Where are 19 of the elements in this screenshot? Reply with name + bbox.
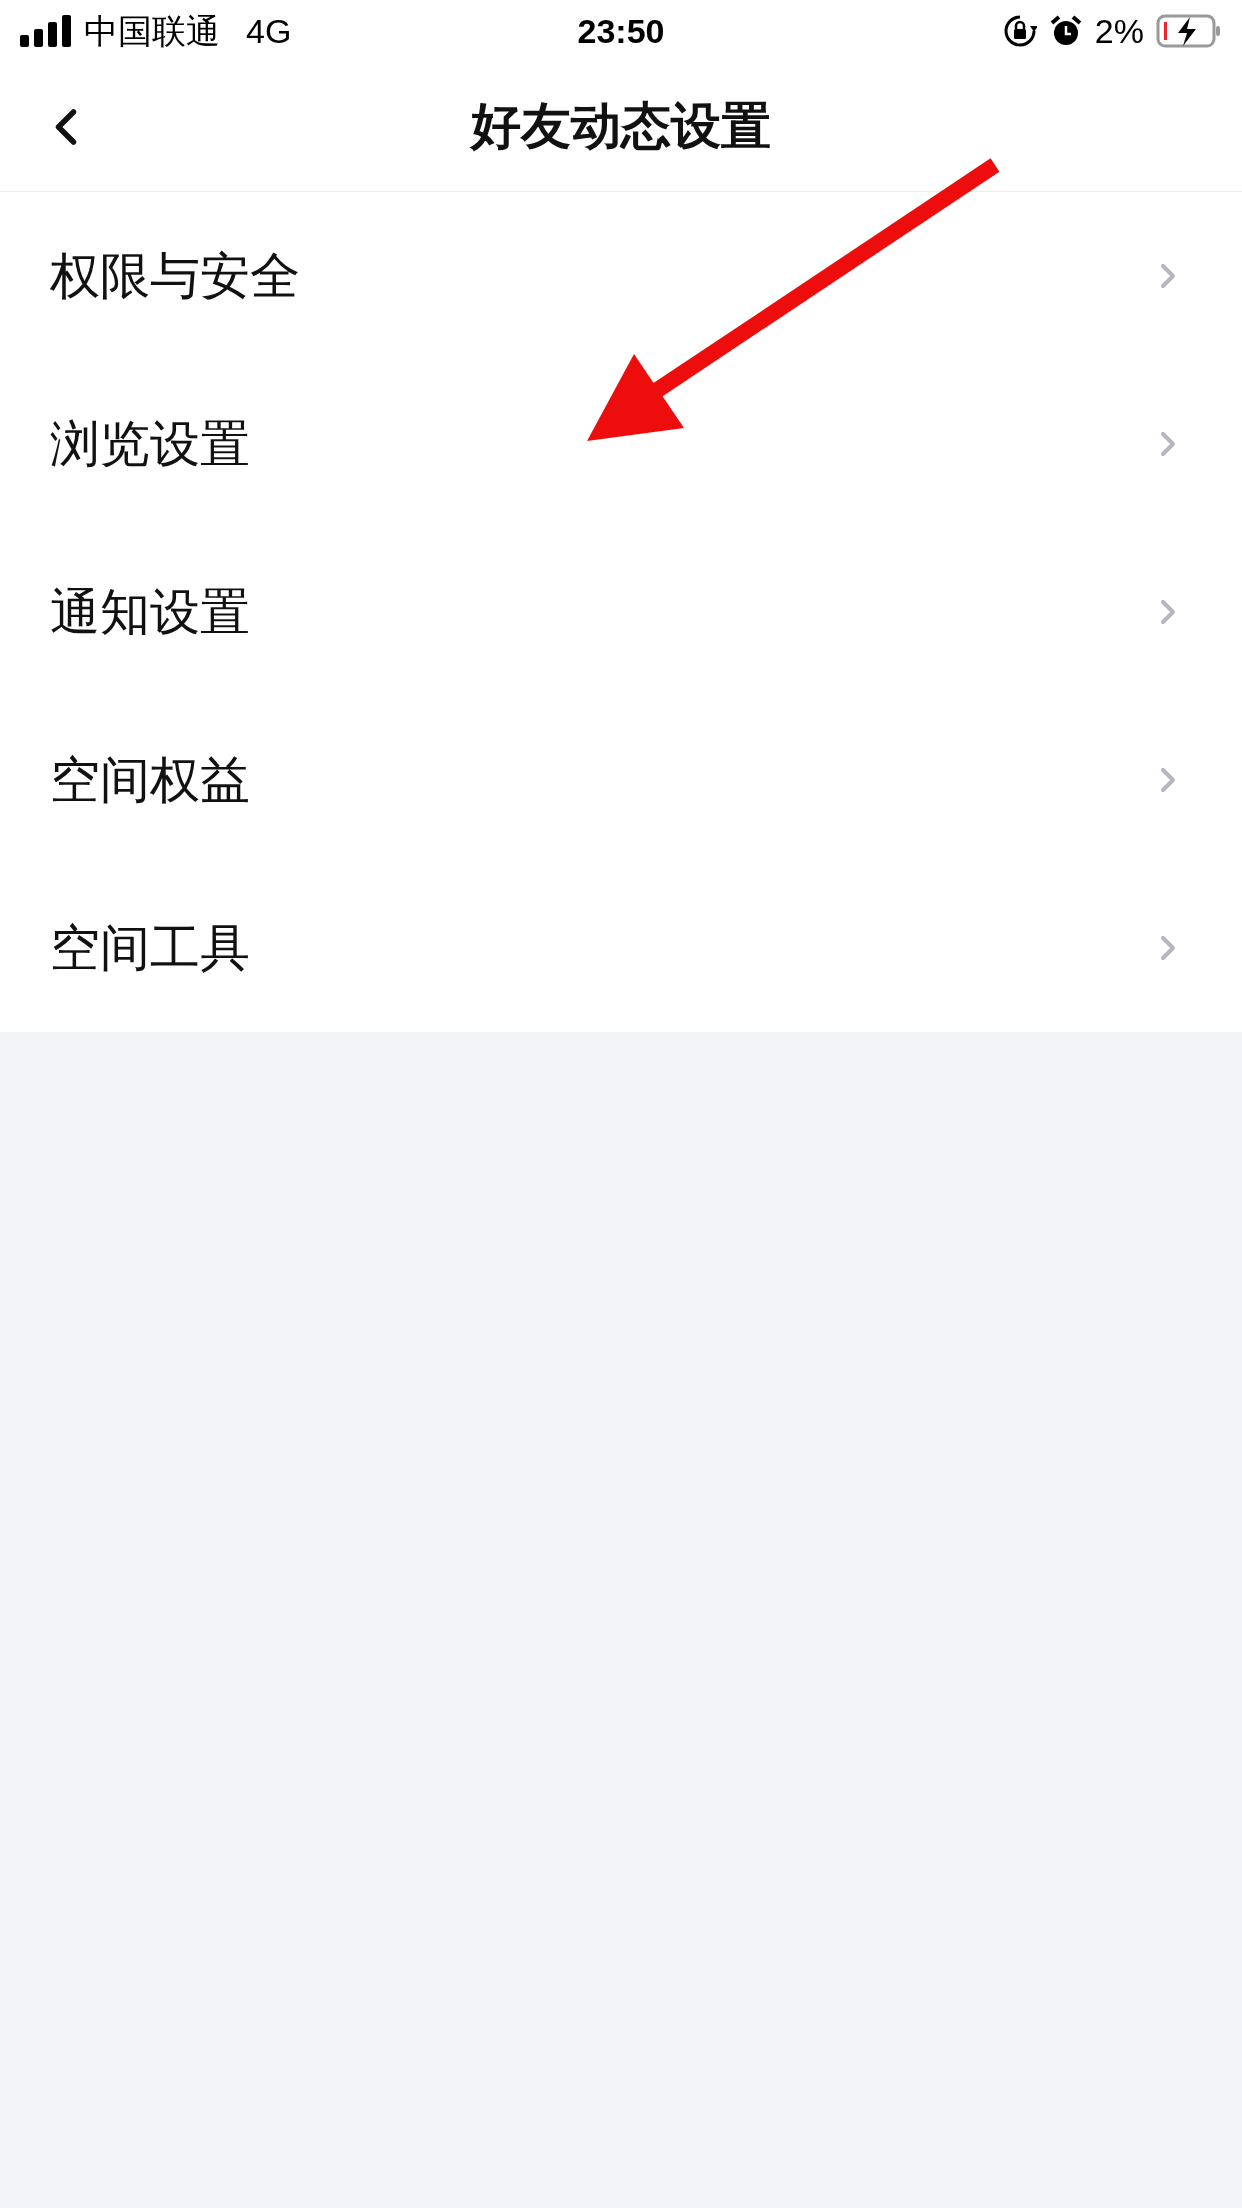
menu-item[interactable]: 空间工具: [0, 864, 1242, 1032]
menu-label: 权限与安全: [50, 246, 300, 306]
menu-label: 空间权益: [50, 750, 250, 810]
menu-item[interactable]: 浏览设置: [0, 360, 1242, 528]
menu-item[interactable]: 通知设置: [0, 528, 1242, 696]
menu-label: 浏览设置: [50, 414, 250, 474]
page-title: 好友动态设置: [471, 97, 771, 156]
menu-label: 空间工具: [50, 918, 250, 978]
menu-item[interactable]: 空间权益: [0, 696, 1242, 864]
menu-label: 通知设置: [50, 582, 250, 642]
carrier-name: 中国联通: [84, 10, 220, 52]
network-type: 4G: [246, 10, 292, 52]
battery-charging-icon: [1156, 14, 1222, 48]
alarm-icon: [1048, 14, 1083, 48]
menu-item[interactable]: 权限与安全: [0, 192, 1242, 360]
rotation-lock-icon: [1002, 14, 1037, 48]
battery-percent: 2%: [1094, 10, 1144, 52]
status-time: 23:50: [577, 10, 665, 52]
signal-icon: [20, 15, 72, 47]
